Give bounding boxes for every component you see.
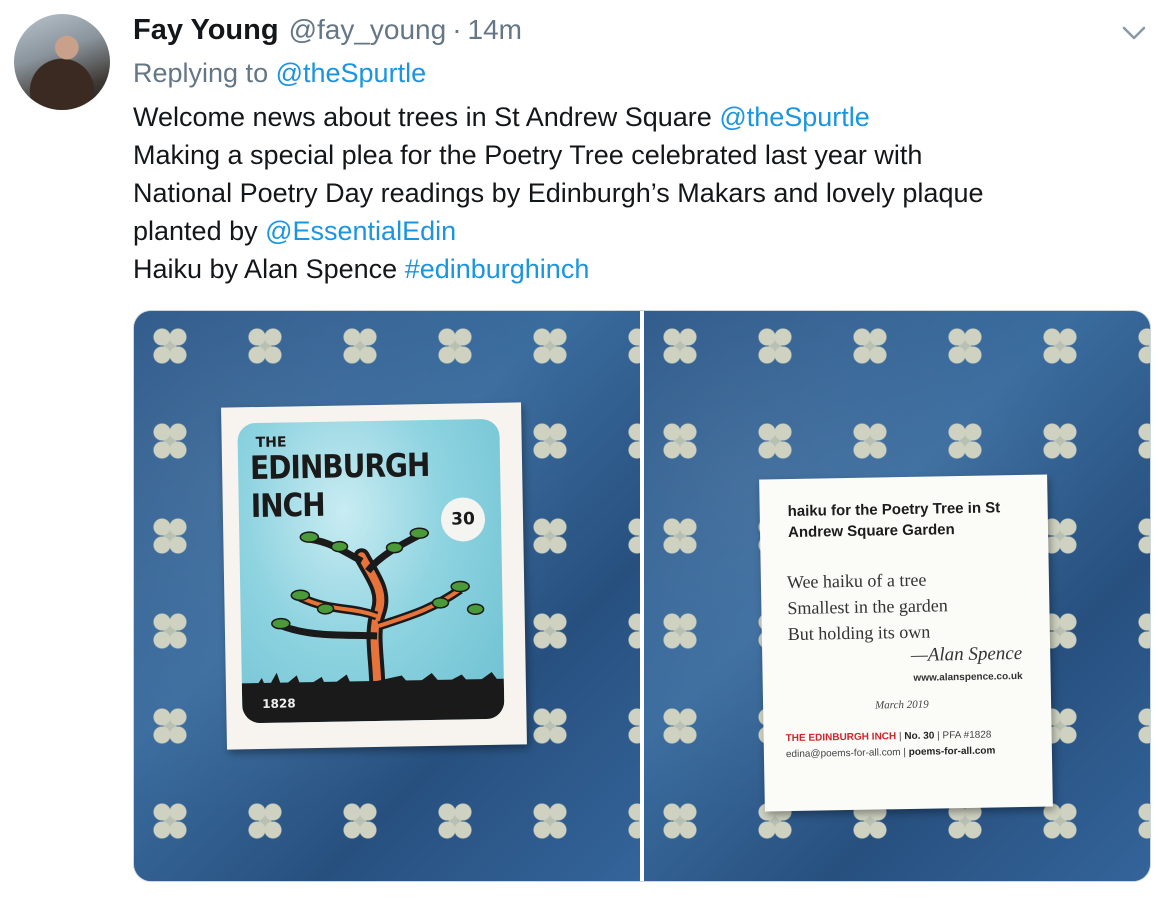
tweet-text: Welcome news about trees in St Andrew Sq… (133, 98, 1143, 288)
poem-date: March 2019 (874, 698, 929, 712)
author-website: www.alanspence.co.uk (913, 670, 1023, 684)
mention-link[interactable]: @EssentialEdin (265, 216, 456, 246)
tweet-text-segment: Haiku by Alan Spence (133, 254, 405, 284)
mention-link[interactable]: @theSpurtle (719, 102, 870, 132)
footer-web: poems-for-all.com (908, 745, 996, 758)
photo-left[interactable]: THE EDINBURGH INCH 30 1828 (134, 311, 640, 881)
footer-separator: | (934, 730, 943, 742)
replying-to: Replying to @theSpurtle (133, 58, 426, 89)
card-artwork: THE EDINBURGH INCH 30 1828 (237, 418, 505, 724)
tweet-media: THE EDINBURGH INCH 30 1828 haiku for the… (133, 310, 1151, 882)
author-name[interactable]: Fay Young (133, 14, 279, 47)
replying-prefix: Replying to (133, 58, 276, 88)
author-handle[interactable]: @fay_young (289, 14, 447, 46)
card-footer-line2: edina@poems-for-all.com | poems-for-all.… (786, 745, 996, 760)
edinburgh-inch-card-back: haiku for the Poetry Tree in St Andrew S… (759, 474, 1053, 812)
separator-dot: · (452, 14, 462, 45)
card-year: 1828 (262, 696, 296, 711)
footer-brand: THE EDINBURGH INCH (785, 731, 897, 745)
footer-separator: | (896, 731, 905, 743)
tweet-text-segment: Welcome news about trees in St Andrew Sq… (133, 102, 720, 132)
reply-mention-link[interactable]: @theSpurtle (276, 58, 427, 88)
poem-line: Smallest in the garden (787, 595, 948, 619)
footer-email: edina@poems-for-all.com (785, 747, 901, 761)
tweet-line: Welcome news about trees in St Andrew Sq… (133, 98, 1143, 136)
card-back-title: haiku for the Poetry Tree in St Andrew S… (787, 499, 1001, 542)
photo-right[interactable]: haiku for the Poetry Tree in St Andrew S… (644, 311, 1150, 881)
tweet-line: Haiku by Alan Spence #edinburghinch (133, 250, 1143, 288)
tweet-line: planted by @EssentialEdin (133, 212, 1143, 250)
tweet-line: National Poetry Day readings by Edinburg… (133, 178, 984, 208)
footer-separator: | (900, 746, 909, 759)
tweet-header: Fay Young @fay_young · 14m (133, 14, 522, 54)
footer-pfa: PFA #1828 (942, 729, 992, 742)
poem-author: —Alan Spence (910, 642, 1023, 666)
hashtag-link[interactable]: #edinburghinch (405, 254, 590, 284)
poem-line: But holding its own (787, 621, 931, 645)
card-footer-line1: THE EDINBURGH INCH | No. 30 | PFA #1828 (786, 730, 992, 745)
edinburgh-inch-card-front: THE EDINBURGH INCH 30 1828 (221, 402, 527, 750)
tweet-timestamp[interactable]: 14m (468, 14, 522, 46)
user-avatar[interactable] (14, 14, 110, 110)
chevron-down-icon[interactable] (1120, 22, 1148, 44)
poem-line: Wee haiku of a tree (786, 569, 927, 593)
haiku-poem: Wee haiku of a tree Smallest in the gard… (787, 566, 949, 647)
tweet-text-segment: planted by (133, 216, 266, 246)
footer-number: No. 30 (904, 730, 935, 743)
tweet-line: Making a special plea for the Poetry Tre… (133, 140, 923, 170)
